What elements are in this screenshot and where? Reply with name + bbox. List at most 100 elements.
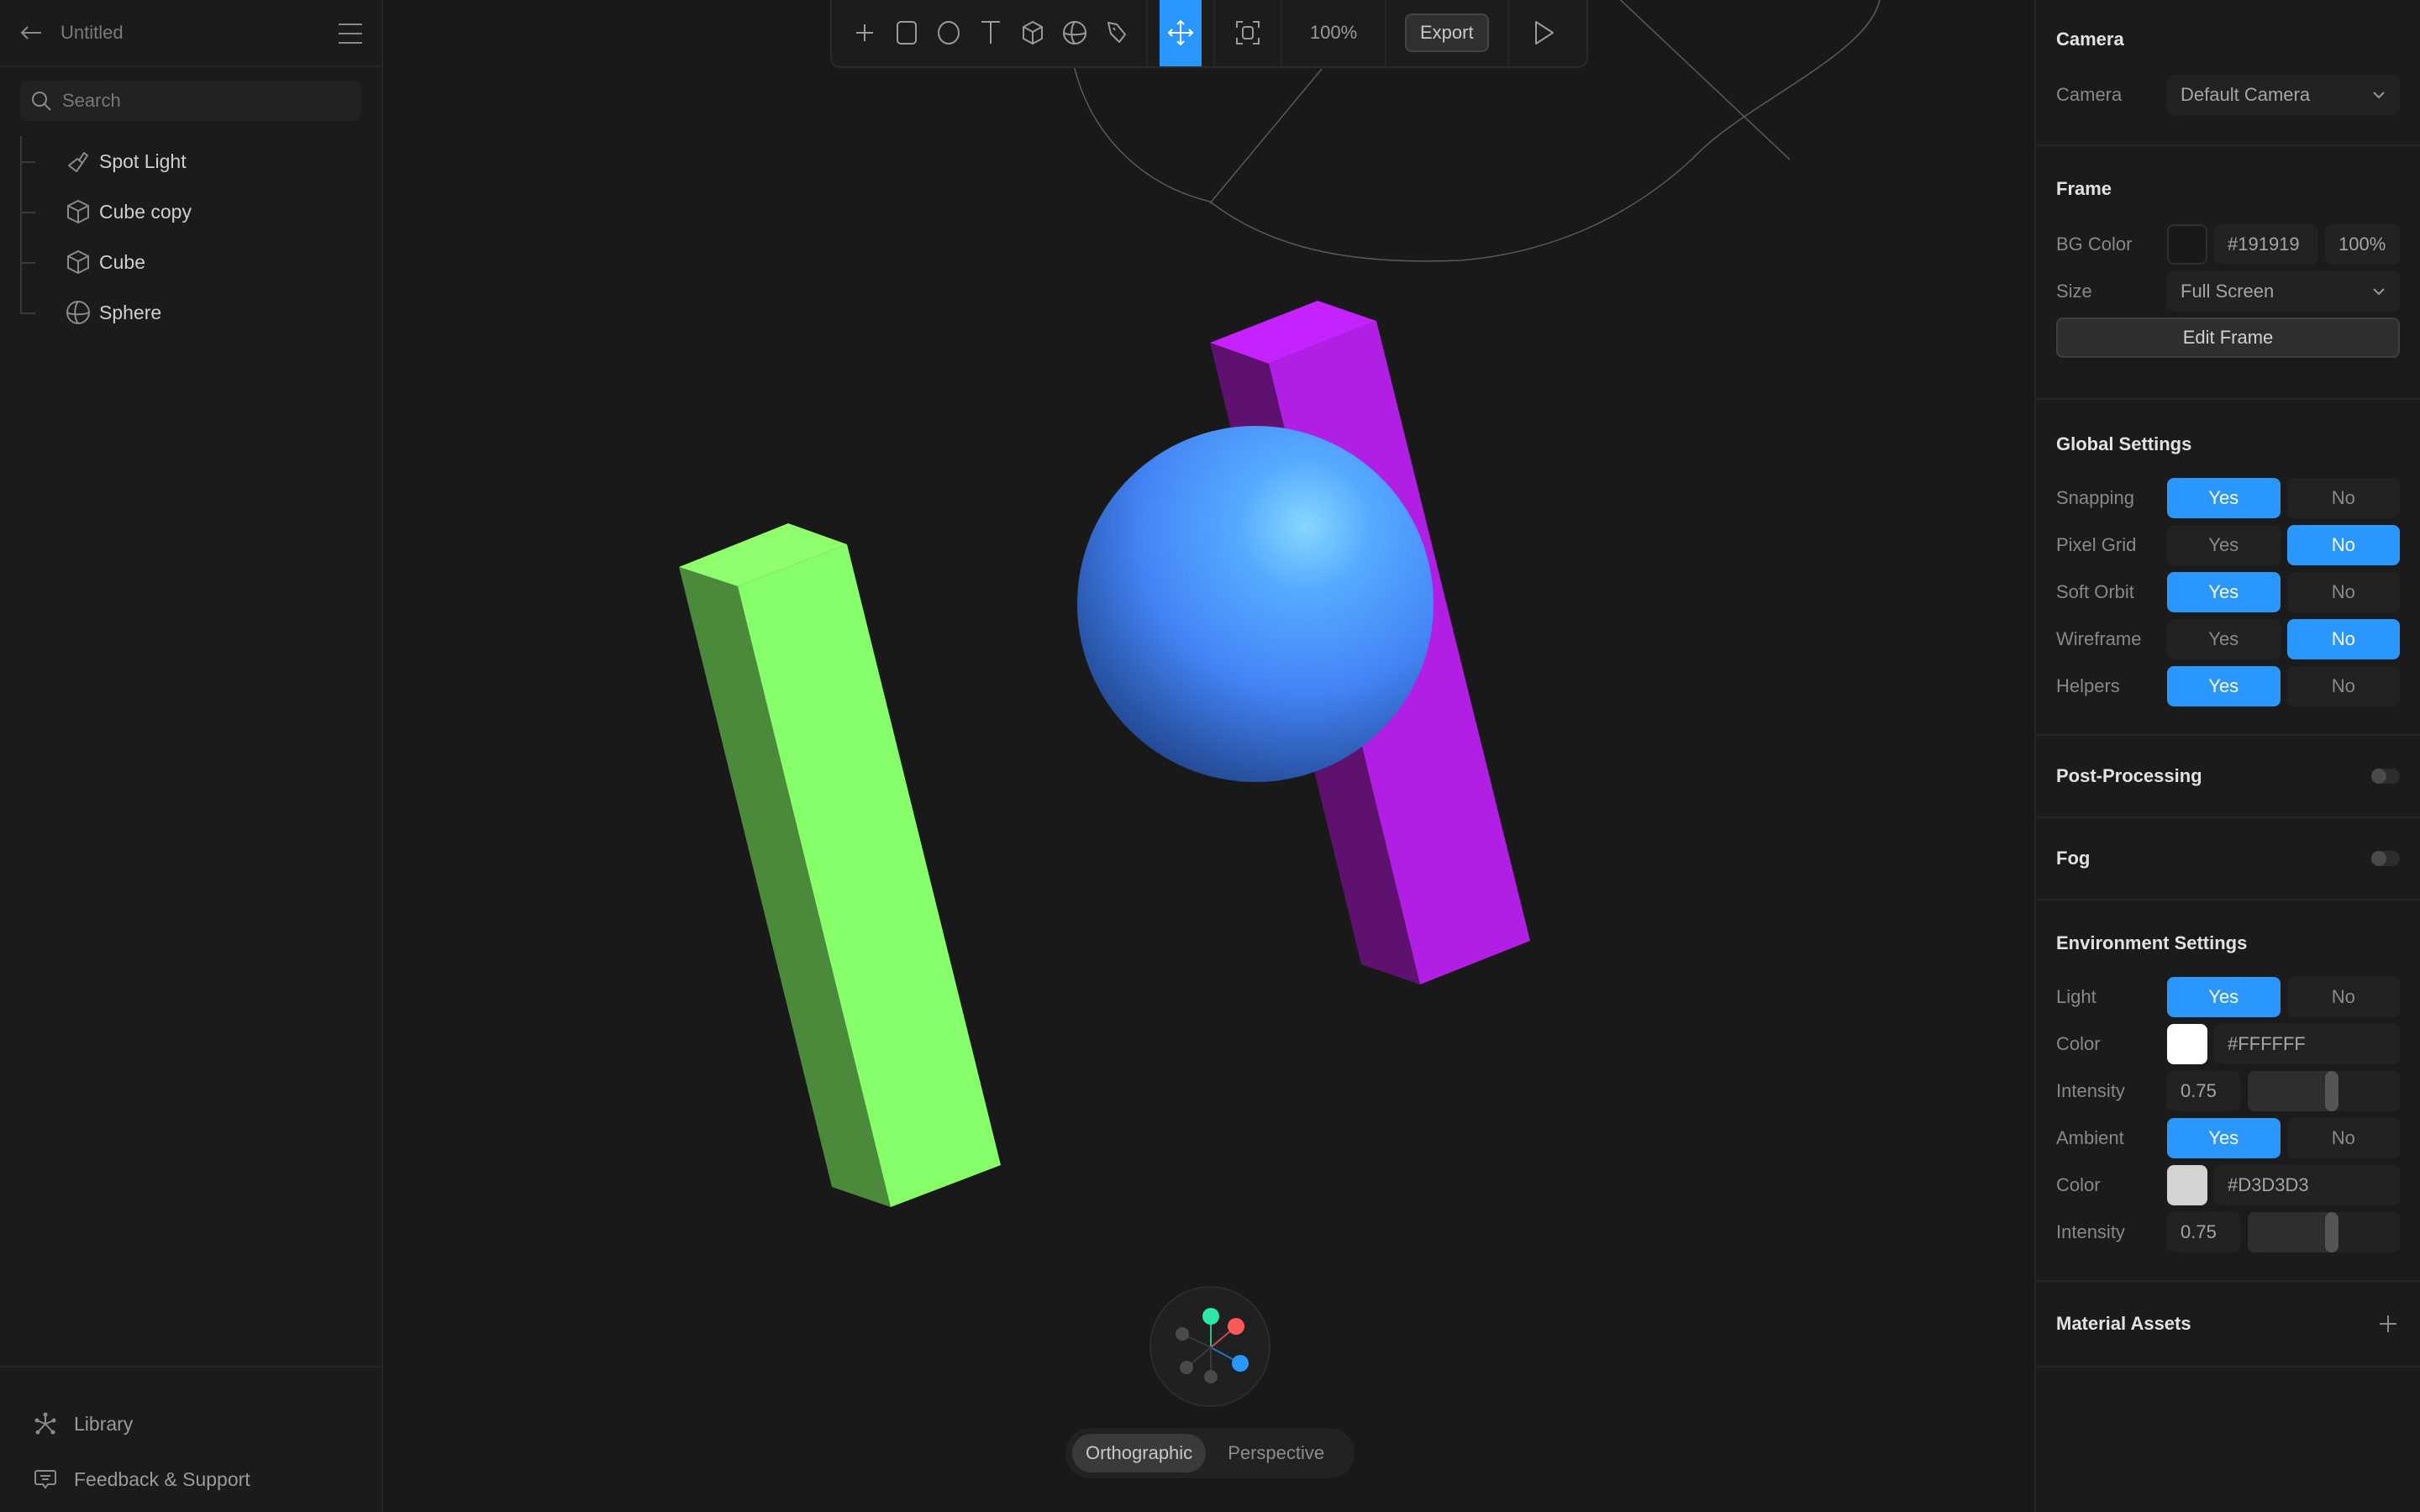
soft-orbit-toggle: Yes No bbox=[2167, 572, 2400, 612]
light-color-swatch[interactable] bbox=[2167, 1024, 2207, 1064]
soft-orbit-yes-button[interactable]: Yes bbox=[2167, 572, 2281, 612]
material-assets-section: Material Assets bbox=[2036, 1282, 2420, 1368]
bg-color-hex[interactable]: #191919 bbox=[2214, 224, 2318, 265]
ambient-color-label: Color bbox=[2056, 1174, 2101, 1195]
text-tool[interactable] bbox=[970, 0, 1012, 66]
neg-x-axis-handle[interactable] bbox=[1176, 1327, 1189, 1341]
soft-orbit-label: Soft Orbit bbox=[2056, 581, 2134, 602]
z-axis-handle[interactable] bbox=[1232, 1355, 1249, 1372]
helpers-no-button[interactable]: No bbox=[2286, 666, 2400, 706]
edit-frame-button[interactable]: Edit Frame bbox=[2056, 318, 2400, 358]
slider-fill bbox=[2248, 1212, 2332, 1252]
y-axis-handle[interactable] bbox=[1202, 1308, 1219, 1325]
camera-row: Camera Default Camera bbox=[2056, 74, 2400, 116]
bg-color-label: BG Color bbox=[2056, 234, 2133, 255]
size-select[interactable]: Full Screen bbox=[2167, 271, 2400, 312]
ellipse-tool[interactable] bbox=[928, 0, 970, 66]
snapping-no-button[interactable]: No bbox=[2286, 478, 2400, 518]
ambient-color-swatch[interactable] bbox=[2167, 1165, 2207, 1205]
light-color-hex[interactable]: #FFFFFF bbox=[2214, 1024, 2400, 1064]
helpers-yes-button[interactable]: Yes bbox=[2167, 666, 2281, 706]
camera-label: Camera bbox=[2056, 84, 2123, 105]
fog-toggle[interactable] bbox=[2371, 851, 2400, 866]
ambient-color-hex[interactable]: #D3D3D3 bbox=[2214, 1165, 2400, 1205]
menu-button[interactable] bbox=[338, 22, 363, 45]
snapping-yes-button[interactable]: Yes bbox=[2167, 478, 2281, 518]
pen-tool[interactable] bbox=[1096, 0, 1138, 66]
snapping-label: Snapping bbox=[2056, 487, 2134, 508]
orientation-gizmo[interactable] bbox=[1150, 1286, 1270, 1407]
bg-opacity[interactable]: 100% bbox=[2325, 224, 2400, 265]
light-intensity-value[interactable]: 0.75 bbox=[2167, 1071, 2241, 1111]
toolbar: 100% Export bbox=[830, 0, 1588, 68]
tree-item-cube[interactable]: Cube bbox=[20, 237, 381, 287]
rectangle-tool[interactable] bbox=[886, 0, 928, 66]
ambient-no-button[interactable]: No bbox=[2286, 1118, 2400, 1158]
move-tool[interactable] bbox=[1160, 0, 1202, 66]
frame-section: Frame BG Color #191919 100% Size Full Sc… bbox=[2036, 146, 2420, 400]
sphere-icon bbox=[1063, 20, 1086, 45]
pixel-grid-no-button[interactable]: No bbox=[2286, 525, 2400, 565]
3d-viewport[interactable]: 100% Export Orthographic Perspective bbox=[385, 0, 2034, 1512]
zoom-level[interactable]: 100% bbox=[1282, 22, 1385, 44]
move-icon bbox=[1167, 19, 1194, 45]
back-button[interactable] bbox=[18, 20, 44, 45]
light-row: Light Yes No bbox=[2056, 976, 2400, 1018]
pixel-grid-yes-button[interactable]: Yes bbox=[2167, 525, 2281, 565]
light-no-button[interactable]: No bbox=[2286, 977, 2400, 1017]
sphere-object[interactable] bbox=[1077, 426, 1434, 782]
play-icon bbox=[1534, 20, 1554, 45]
ambient-intensity-value[interactable]: 0.75 bbox=[2167, 1212, 2241, 1252]
add-tool[interactable] bbox=[844, 0, 886, 66]
global-settings-rows: Snapping Yes No Pixel Grid Yes No Soft Orbit Ye… bbox=[2056, 477, 2400, 707]
neg-z-axis-handle[interactable] bbox=[1180, 1361, 1193, 1374]
ambient-intensity-label: Intensity bbox=[2056, 1221, 2125, 1242]
x-axis-handle[interactable] bbox=[1228, 1318, 1244, 1335]
feedback-link[interactable]: Feedback & Support bbox=[0, 1452, 381, 1507]
fog-title: Fog bbox=[2056, 848, 2091, 869]
wireframe-no-button[interactable]: No bbox=[2286, 619, 2400, 659]
ambient-intensity-slider[interactable] bbox=[2248, 1212, 2400, 1252]
orthographic-option[interactable]: Orthographic bbox=[1072, 1434, 1207, 1473]
cube-object[interactable] bbox=[679, 523, 1001, 1207]
perspective-option[interactable]: Perspective bbox=[1214, 1434, 1338, 1473]
ambient-toggle: Yes No bbox=[2167, 1118, 2400, 1158]
bg-color-swatch[interactable] bbox=[2167, 224, 2207, 265]
light-color-label: Color bbox=[2056, 1033, 2101, 1054]
environment-rows: Light Yes No Color #FFFFFF Intensity 0.7… bbox=[2056, 976, 2400, 1253]
hamburger-icon bbox=[339, 24, 362, 44]
ambient-intensity-row: Intensity 0.75 bbox=[2056, 1211, 2400, 1253]
light-intensity-slider[interactable] bbox=[2248, 1071, 2400, 1111]
text-icon bbox=[981, 20, 1000, 44]
properties-panel: Camera Camera Default Camera Frame BG Co… bbox=[2034, 0, 2420, 1512]
tree-item-spot-light[interactable]: Spot Light bbox=[20, 136, 381, 186]
cube-tool[interactable] bbox=[1012, 0, 1054, 66]
library-link[interactable]: Library bbox=[0, 1396, 381, 1452]
slider-thumb[interactable] bbox=[2324, 1212, 2338, 1252]
add-material-button[interactable] bbox=[2376, 1312, 2400, 1336]
tree-branch bbox=[20, 312, 35, 314]
helpers-label: Helpers bbox=[2056, 675, 2120, 696]
tree-item-label: Cube bbox=[99, 250, 145, 273]
slider-thumb[interactable] bbox=[2324, 1071, 2338, 1111]
environment-section: Environment Settings Light Yes No Color … bbox=[2036, 900, 2420, 1282]
camera-select[interactable]: Default Camera bbox=[2167, 75, 2400, 115]
tree-item-cube-copy[interactable]: Cube copy bbox=[20, 186, 381, 237]
fit-view-button[interactable] bbox=[1227, 0, 1269, 66]
tree-branch bbox=[20, 212, 35, 213]
scene-canvas[interactable] bbox=[385, 0, 2034, 1512]
export-button[interactable]: Export bbox=[1405, 13, 1489, 52]
neg-y-axis-handle[interactable] bbox=[1204, 1370, 1218, 1383]
search-input[interactable] bbox=[62, 90, 348, 112]
tree-item-sphere[interactable]: Sphere bbox=[20, 287, 381, 338]
play-button[interactable] bbox=[1509, 0, 1580, 66]
ambient-yes-button[interactable]: Yes bbox=[2167, 1118, 2281, 1158]
pen-icon bbox=[1107, 21, 1126, 43]
project-title[interactable]: Untitled bbox=[60, 22, 124, 44]
projection-toggle: Orthographic Perspective bbox=[1065, 1428, 1355, 1478]
wireframe-yes-button[interactable]: Yes bbox=[2167, 619, 2281, 659]
post-processing-toggle[interactable] bbox=[2371, 769, 2400, 784]
soft-orbit-no-button[interactable]: No bbox=[2286, 572, 2400, 612]
light-yes-button[interactable]: Yes bbox=[2167, 977, 2281, 1017]
sphere-tool[interactable] bbox=[1054, 0, 1096, 66]
